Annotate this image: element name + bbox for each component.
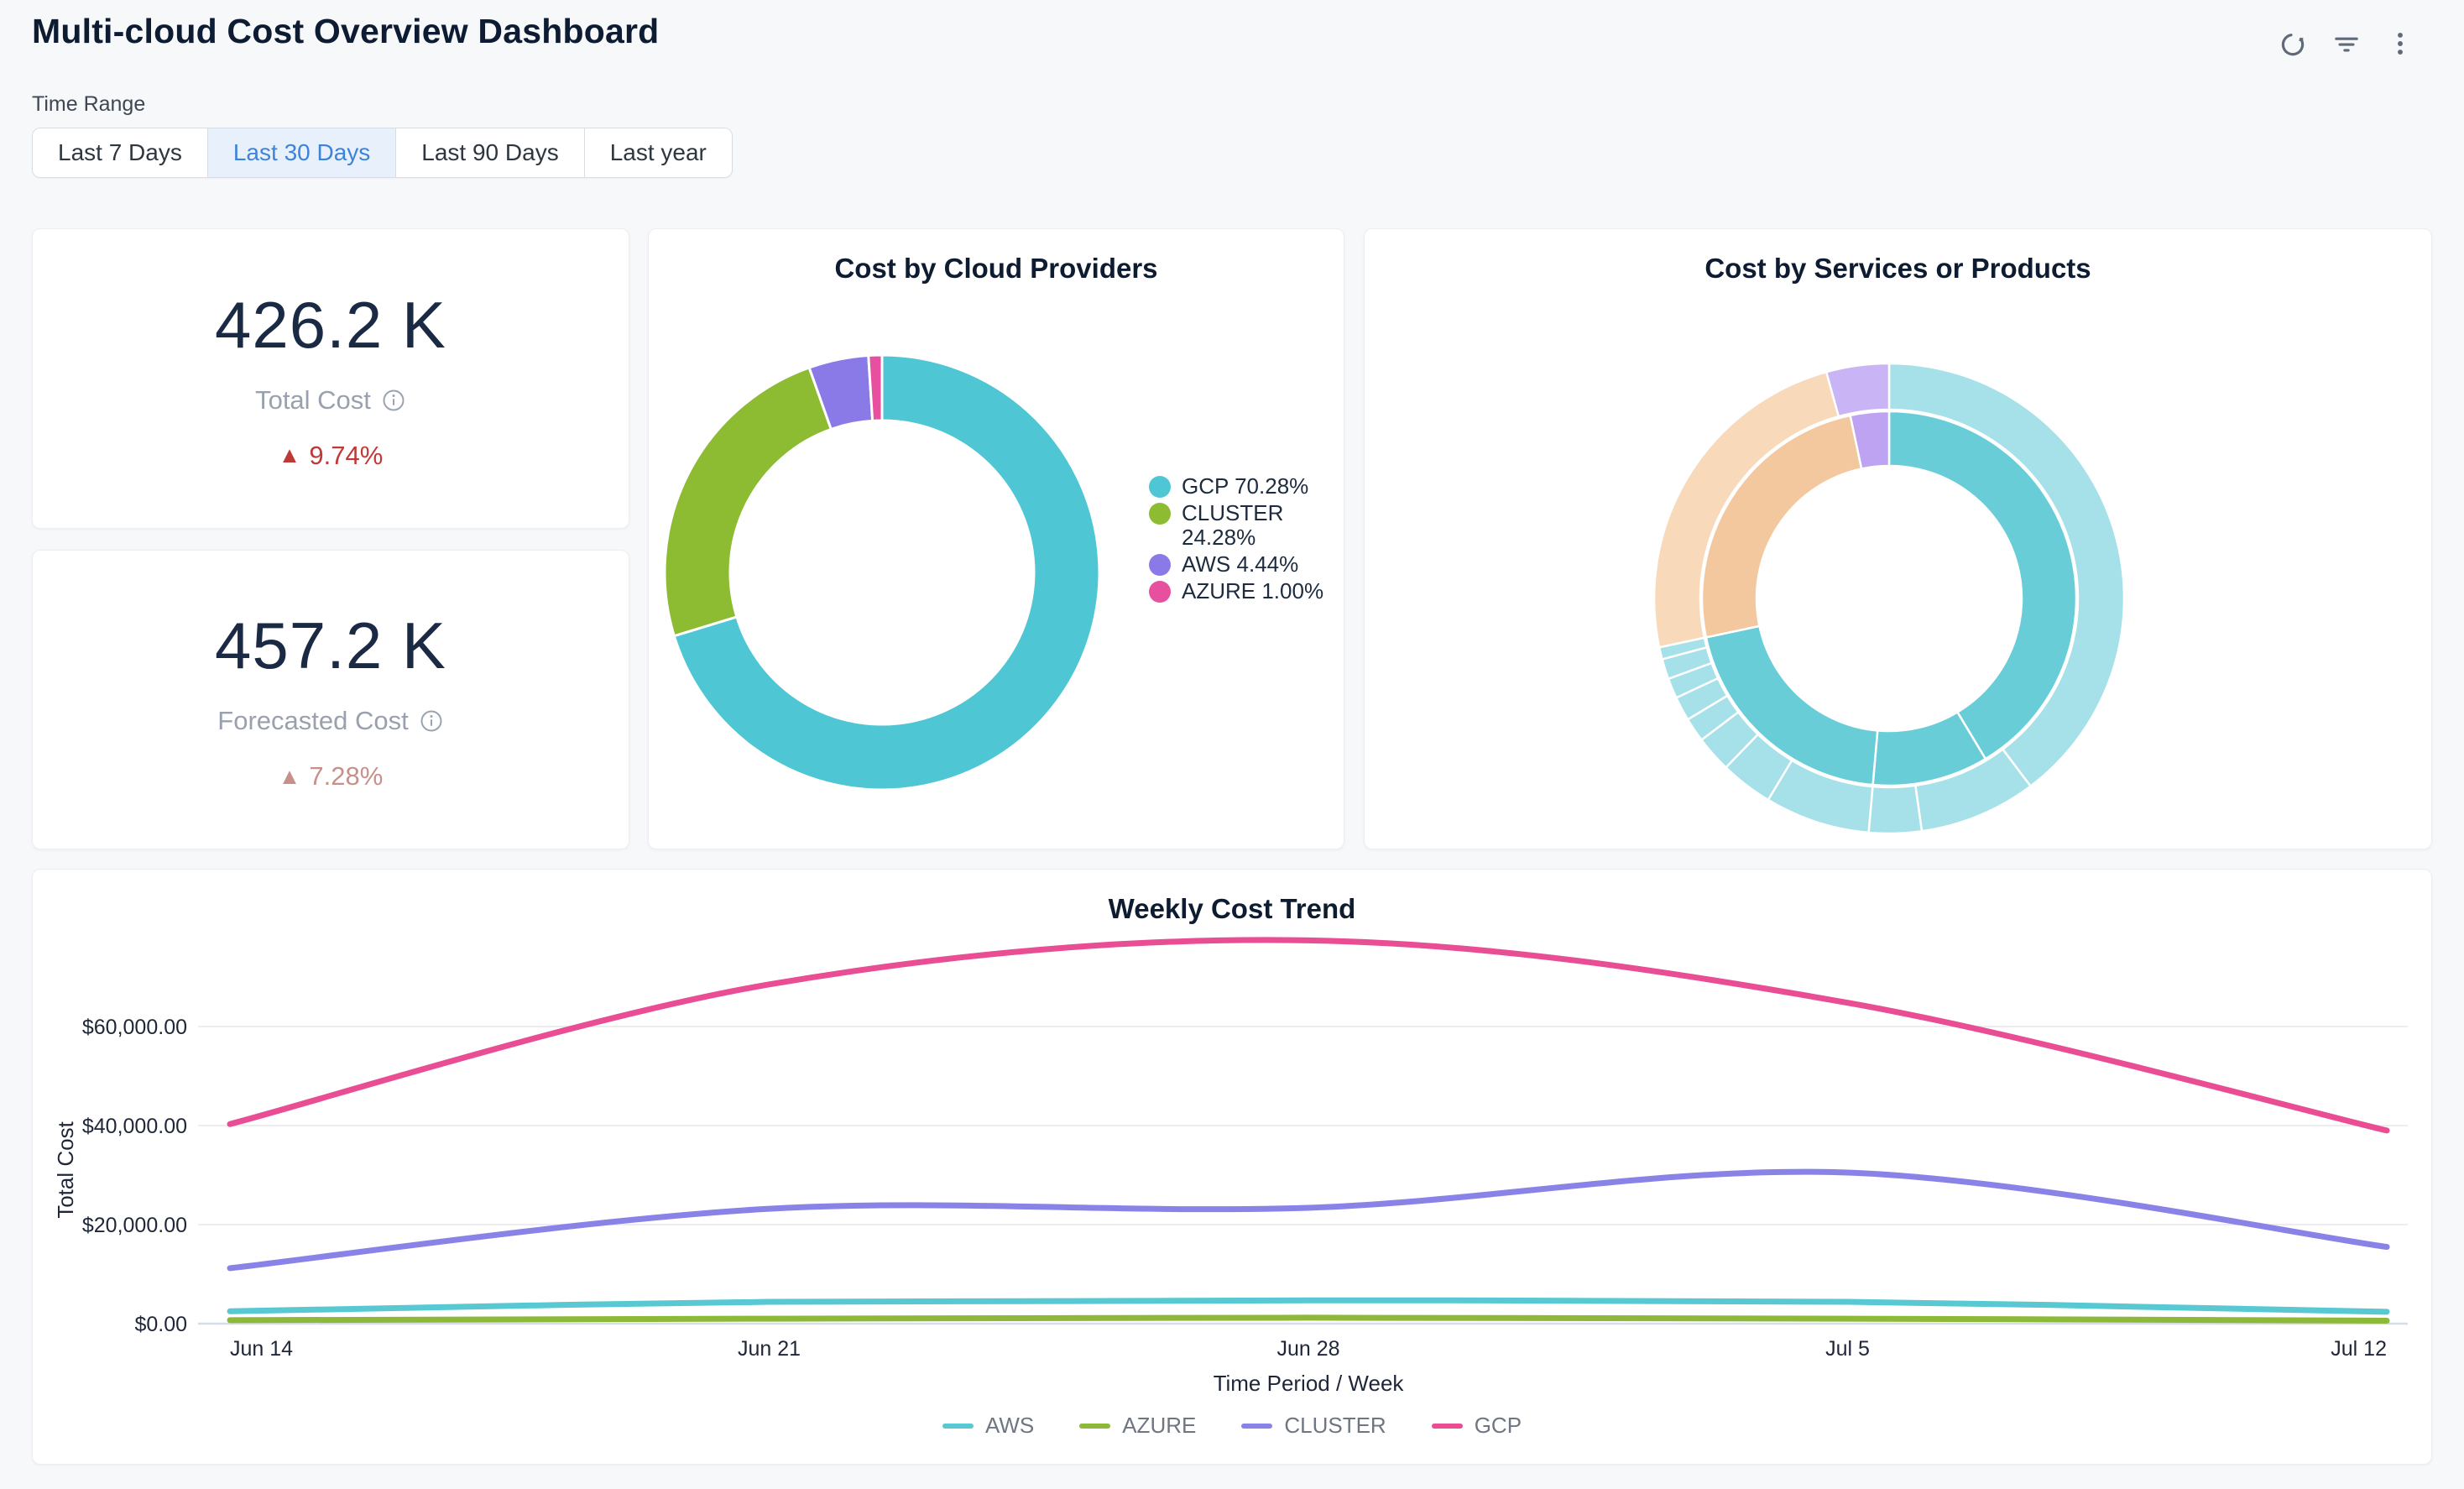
forecasted-cost-value: 457.2 K [215,608,446,684]
filter-icon [2331,28,2362,60]
legend-label: GCP 70.28% [1182,474,1308,499]
trend-up-icon: ▲ [279,444,301,467]
series-line-azure[interactable] [230,1318,2387,1321]
forecasted-cost-label-row: Forecasted Cost [217,706,443,736]
time-range-option-last-7-days[interactable]: Last 7 Days [33,128,208,177]
legend-dot-cluster [1149,503,1171,525]
legend-dot-azure [1149,581,1171,603]
series-line-cluster[interactable] [230,1172,2387,1268]
total-cost-label-row: Total Cost [255,385,406,415]
header-actions [2271,22,2422,65]
sunburst-outer-segment-12[interactable] [1826,363,1889,416]
legend-label: AWS 4.44% [1182,552,1298,577]
legend-dot-gcp [1149,476,1171,498]
x-tick-label: Jun 28 [1276,1337,1339,1361]
legend-swatch-cluster [1241,1424,1272,1429]
legend-item-cluster[interactable]: CLUSTER 24.28% [1149,501,1329,550]
time-range-option-last-30-days[interactable]: Last 30 Days [208,128,396,177]
refresh-icon [2277,28,2309,60]
legend-item-azure[interactable]: AZURE 1.00% [1149,579,1329,603]
x-tick-label: Jun 21 [738,1337,801,1361]
legend-item-aws[interactable]: AWS [942,1413,1034,1439]
y-axis-title: Total Cost [53,1121,78,1218]
y-tick-label: $0.00 [134,1313,187,1336]
legend-dot-aws [1149,554,1171,576]
time-range-label: Time Range [32,92,145,117]
legend-label: AWS [985,1413,1034,1439]
legend-swatch-gcp [1432,1424,1463,1429]
legend-label: CLUSTER 24.28% [1182,501,1329,550]
legend-swatch-azure [1079,1424,1110,1429]
legend-item-gcp[interactable]: GCP [1432,1413,1522,1439]
y-tick-label: $60,000.00 [82,1016,187,1039]
more-menu-button[interactable] [2378,22,2422,65]
info-icon[interactable] [381,388,406,413]
legend-swatch-aws [942,1424,974,1429]
x-tick-label: Jul 5 [1825,1337,1870,1361]
legend-item-azure[interactable]: AZURE [1079,1413,1196,1439]
legend-label: GCP [1475,1413,1522,1439]
time-range-option-last-year[interactable]: Last year [585,128,732,177]
trend-chart-title: Weekly Cost Trend [33,893,2431,925]
x-axis-title: Time Period / Week [1214,1371,1405,1396]
time-range-option-last-90-days[interactable]: Last 90 Days [396,128,584,177]
legend-label: AZURE 1.00% [1182,579,1323,603]
time-range-selector: Last 7 DaysLast 30 DaysLast 90 DaysLast … [32,128,733,178]
providers-chart-legend: GCP 70.28%CLUSTER 24.28%AWS 4.44%AZURE 1… [1149,229,1329,849]
services-chart-title: Cost by Services or Products [1365,253,2431,285]
gridlines [198,1027,2408,1324]
filter-button[interactable] [2325,22,2368,65]
total-cost-delta-value: 9.74% [309,441,383,471]
info-icon[interactable] [419,708,444,734]
refresh-button[interactable] [2271,22,2315,65]
y-tick-label: $40,000.00 [82,1115,187,1138]
sunburst-outer-segment-2[interactable] [1869,786,1922,833]
trend-chart-legend: AWS AZURE CLUSTER GCP [33,1413,2431,1439]
forecasted-cost-card: 457.2 K Forecasted Cost ▲ 7.28% [32,550,629,849]
forecasted-cost-label: Forecasted Cost [217,706,408,736]
weekly-cost-trend-chart: $0.00 $20,000.00 $40,000.00 $60,000.00 Jun 1… [33,870,2433,1465]
x-tick-label: Jun 14 [230,1337,293,1361]
legend-label: AZURE [1122,1413,1196,1439]
total-cost-delta: ▲ 9.74% [279,441,384,471]
pie-segment-cluster[interactable] [665,368,831,636]
total-cost-value: 426.2 K [215,287,446,363]
series-line-aws[interactable] [230,1300,2387,1312]
x-tick-label: Jul 12 [2331,1337,2387,1361]
kebab-menu-icon [2384,28,2416,60]
legend-item-gcp[interactable]: GCP 70.28% [1149,474,1329,499]
forecasted-cost-delta-value: 7.28% [309,761,383,792]
legend-item-aws[interactable]: AWS 4.44% [1149,552,1329,577]
cost-by-providers-card: Cost by Cloud Providers GCP 70.28%CLUSTE… [648,228,1344,849]
total-cost-card: 426.2 K Total Cost ▲ 9.74% [32,228,629,529]
trend-up-icon: ▲ [279,765,301,788]
legend-label: CLUSTER [1284,1413,1386,1439]
forecasted-cost-delta: ▲ 7.28% [279,761,384,792]
page-title: Multi-cloud Cost Overview Dashboard [32,12,659,51]
weekly-cost-trend-card: Weekly Cost Trend $0.00 $20,000.00 $40,000… [32,869,2432,1465]
total-cost-label: Total Cost [255,385,371,415]
series-line-gcp[interactable] [230,940,2387,1131]
cost-by-services-card: Cost by Services or Products [1364,228,2432,849]
cost-by-services-sunburst-chart [1365,229,2433,850]
legend-item-cluster[interactable]: CLUSTER [1241,1413,1386,1439]
y-tick-label: $20,000.00 [82,1214,187,1237]
